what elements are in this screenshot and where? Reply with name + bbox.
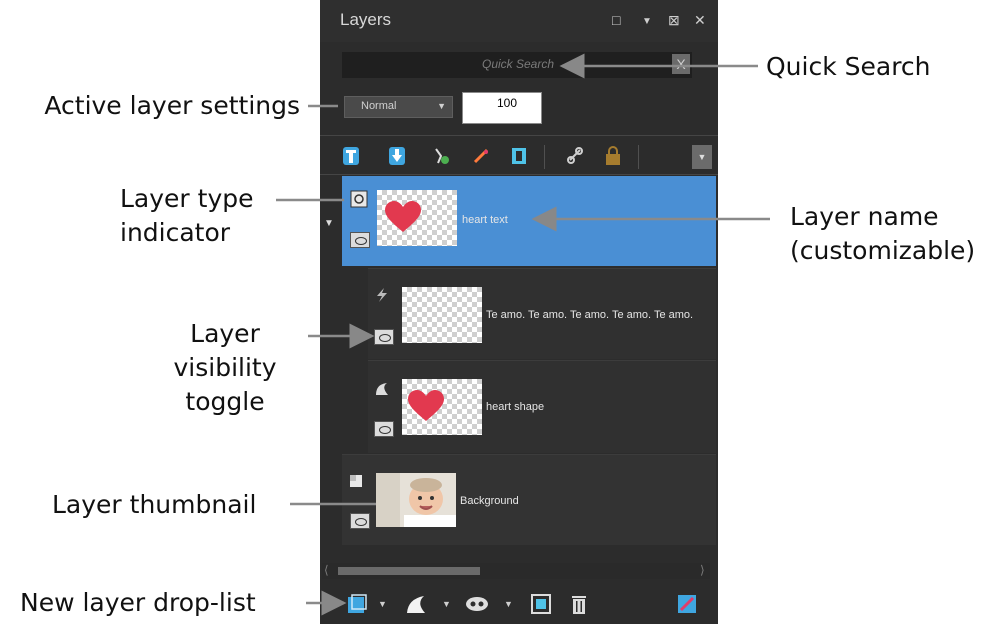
new-vector-layer-icon[interactable] — [404, 593, 428, 615]
chevron-down-icon[interactable]: ▼ — [378, 599, 387, 609]
more-options-button[interactable]: ▼ — [692, 145, 712, 169]
collapse-arrow-icon[interactable]: ▼ — [324, 218, 334, 229]
callout-new-layer-drop-list: New layer drop-list — [20, 588, 256, 617]
quick-search-input[interactable]: Quick Search X — [342, 52, 692, 78]
search-clear-button[interactable]: X — [672, 54, 690, 74]
layer-properties-icon[interactable] — [432, 146, 450, 166]
visibility-toggle-icon[interactable] — [350, 232, 370, 248]
layer-toolbar: ▼ — [320, 137, 718, 175]
raster-layer-icon — [350, 475, 362, 487]
horizontal-scrollbar[interactable]: ⟨ ⟩ — [322, 563, 710, 579]
layer-thumbnail — [402, 287, 482, 343]
layer-row-selected[interactable]: heart text — [342, 176, 716, 266]
lock-icon[interactable] — [604, 146, 622, 166]
layer-thumbnail — [402, 379, 482, 435]
toolbar-separator — [544, 145, 545, 169]
visibility-toggle-icon[interactable] — [374, 421, 394, 437]
vector-shape-icon — [376, 383, 388, 395]
new-mask-layer-icon[interactable] — [464, 593, 490, 615]
mask-icon[interactable] — [510, 146, 528, 166]
layers-panel: Layers □ ▼ ⊠ ✕ Quick Search X Normal ▼ 1… — [320, 0, 718, 624]
layer-name[interactable]: Te amo. Te amo. Te amo. Te amo. Te amo. — [486, 309, 714, 321]
scroll-right-icon[interactable]: ⟩ — [700, 563, 705, 577]
layer-thumbnail — [377, 190, 457, 246]
layer-row[interactable]: Background — [342, 454, 716, 545]
toolbar-separator — [638, 145, 639, 169]
divider — [320, 174, 718, 175]
opacity-field[interactable]: 100 — [462, 92, 542, 124]
blend-mode-value: Normal — [361, 100, 397, 112]
layer-type-text-icon — [350, 190, 368, 208]
close-icon[interactable]: ✕ — [694, 11, 706, 29]
lightning-icon — [377, 288, 387, 302]
blend-mode-dropdown[interactable]: Normal ▼ — [344, 96, 453, 118]
scroll-left-icon[interactable]: ⟨ — [324, 563, 329, 577]
heart-icon — [385, 201, 421, 232]
callout-quick-search: Quick Search — [766, 52, 931, 81]
layer-fx-icon[interactable] — [472, 146, 490, 166]
opacity-value: 100 — [497, 96, 518, 110]
callout-layer-visibility-toggle: Layer visibility toggle — [173, 319, 277, 416]
delete-layer-icon[interactable] — [570, 593, 588, 615]
layer-name[interactable]: heart shape — [486, 401, 686, 413]
edit-selection-icon[interactable] — [676, 593, 698, 615]
chevron-down-icon: ▼ — [437, 101, 446, 111]
scrollbar-thumb[interactable] — [338, 567, 480, 575]
panel-title: Layers — [340, 10, 392, 29]
divider — [320, 135, 718, 136]
callout-active-layer-settings: Active layer settings — [44, 91, 300, 120]
baby-photo-icon — [376, 473, 456, 527]
bottom-toolbar: ▼ ▼ ▼ — [320, 585, 718, 624]
move-layer-down-icon[interactable] — [388, 146, 406, 166]
layer-row[interactable]: heart shape — [368, 360, 716, 453]
search-placeholder: Quick Search — [482, 57, 555, 71]
callout-layer-type-indicator: Layer type indicator — [120, 184, 254, 247]
link-icon[interactable] — [566, 146, 584, 166]
callout-layer-name: Layer name (customizable) — [790, 202, 976, 265]
visibility-toggle-icon[interactable] — [350, 513, 370, 529]
panel-titlebar: Layers □ ▼ ⊠ ✕ — [320, 0, 718, 42]
pin-icon[interactable]: ⊠ — [668, 11, 680, 29]
visibility-toggle-icon[interactable] — [374, 329, 394, 345]
chevron-down-icon[interactable]: ▼ — [504, 599, 513, 609]
new-adjustment-layer-icon[interactable] — [530, 593, 552, 615]
maximize-icon[interactable]: □ — [612, 11, 620, 29]
move-layer-up-icon[interactable] — [342, 146, 360, 166]
layer-row[interactable]: Te amo. Te amo. Te amo. Te amo. Te amo. — [368, 268, 716, 359]
menu-arrow-icon[interactable]: ▼ — [642, 13, 652, 31]
layer-name[interactable]: heart text — [462, 214, 662, 226]
new-layer-icon[interactable] — [346, 593, 368, 615]
heart-icon — [408, 390, 444, 421]
layer-thumbnail — [376, 473, 456, 527]
layer-name[interactable]: Background — [460, 495, 660, 507]
chevron-down-icon[interactable]: ▼ — [442, 599, 451, 609]
callout-layer-thumbnail: Layer thumbnail — [52, 490, 257, 519]
